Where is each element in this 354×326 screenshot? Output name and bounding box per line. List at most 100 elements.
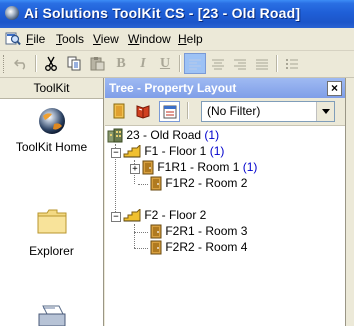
bullets-button[interactable] (281, 53, 303, 74)
justify-button[interactable] (251, 53, 273, 74)
book-icon (136, 105, 150, 119)
bold-label: B (116, 55, 126, 71)
app-icon[interactable] (5, 6, 19, 20)
menu-tools-label: ools (62, 32, 85, 46)
collapse-toggle[interactable]: − (111, 148, 121, 158)
tree-panel-title: Tree - Property Layout (109, 81, 237, 95)
nav-label-toolkit-home: ToolKit Home (15, 140, 88, 154)
window-title: Ai Solutions ToolKit CS - [23 - Old Road… (24, 5, 301, 21)
tree-node-floor-1[interactable]: F1 - Floor 1 (1) (123, 144, 224, 160)
align-center-button[interactable] (207, 53, 229, 74)
building-icon (107, 128, 123, 143)
node-label: 23 - Old Road (126, 128, 202, 142)
menu-help-label: elp (186, 32, 203, 46)
underline-button[interactable]: U (154, 53, 176, 74)
tree-panel-header: Tree - Property Layout × (105, 78, 345, 98)
align-right-icon (234, 59, 246, 69)
node-label: F2 - Floor 2 (144, 208, 207, 222)
node-label: F1R1 - Room 1 (157, 160, 240, 174)
menu-tools[interactable]: Tools (56, 32, 84, 46)
expand-toggle[interactable]: + (130, 164, 140, 174)
bullet-list-icon (286, 58, 298, 69)
node-count: (1) (242, 160, 258, 174)
menu-bar: File Tools View Window Help (0, 28, 354, 51)
underline-label: U (159, 55, 171, 71)
globe-icon (38, 108, 65, 134)
tree-toolbar: (No Filter) (105, 98, 345, 126)
node-count: (1) (204, 128, 220, 142)
align-left-icon (189, 59, 201, 69)
toolbar-grip[interactable] (3, 55, 7, 73)
menu-help[interactable]: Help (178, 32, 203, 46)
document-magnifier-icon[interactable] (5, 31, 21, 46)
filter-value: (No Filter) (207, 104, 261, 118)
italic-button[interactable]: I (132, 53, 154, 74)
bold-button[interactable]: B (110, 53, 132, 74)
filter-dropdown[interactable]: (No Filter) (201, 101, 335, 122)
tree-node-room-4[interactable]: F2R2 - Room 4 (150, 240, 247, 256)
door-icon (150, 176, 162, 191)
menu-file[interactable]: File (26, 32, 45, 46)
toolkit-nav-pane: ToolKit ToolKit Home Explorer (0, 78, 104, 326)
tree-toolbar-separator (187, 102, 189, 119)
tree-node-floor-2[interactable]: F2 - Floor 2 (123, 208, 206, 224)
scissors-icon (45, 56, 57, 71)
tree-node-room-2[interactable]: F1R2 - Room 2 (150, 176, 247, 192)
menu-file-label: ile (33, 32, 46, 46)
folder-icon (37, 209, 66, 234)
right-pane-edge (345, 78, 354, 326)
node-label: F2R1 - Room 3 (165, 224, 248, 238)
tree-view-button[interactable] (109, 101, 129, 121)
dropdown-arrow[interactable] (316, 102, 334, 121)
printer-icon (38, 305, 65, 326)
menu-window-label: indow (139, 32, 171, 46)
tree-connector (134, 248, 148, 249)
formatting-toolbar: B I U (0, 51, 354, 78)
node-label: F1 - Floor 1 (144, 144, 207, 158)
door-icon (142, 160, 154, 175)
title-bar[interactable]: Ai Solutions ToolKit CS - [23 - Old Road… (0, 0, 354, 28)
paste-button[interactable] (86, 53, 108, 74)
tree-property-layout-panel: Tree - Property Layout × (No Filter) 23 … (105, 78, 345, 326)
menu-window[interactable]: Window (128, 32, 171, 46)
list-view-button[interactable] (159, 101, 180, 122)
cut-button[interactable] (40, 53, 62, 74)
property-button[interactable] (133, 101, 153, 121)
menu-window-mnemonic: W (128, 32, 140, 46)
paste-icon (90, 57, 104, 71)
align-center-icon (212, 59, 224, 69)
door-icon (150, 224, 162, 239)
node-label: F1R2 - Room 2 (165, 176, 248, 190)
nav-item-explorer[interactable]: Explorer (0, 206, 103, 268)
node-count: (1) (209, 144, 225, 158)
node-label: F2R2 - Room 4 (165, 240, 248, 254)
copy-icon (67, 56, 80, 71)
toolbar-separator (179, 55, 181, 72)
align-left-button[interactable] (184, 53, 206, 74)
tree-node-room-3[interactable]: F2R1 - Room 3 (150, 224, 247, 240)
copy-button[interactable] (63, 53, 85, 74)
align-right-button[interactable] (229, 53, 251, 74)
menu-view-label: iew (100, 32, 119, 46)
toolbar-separator (35, 55, 37, 72)
stairs-icon (123, 208, 141, 222)
nav-item-toolkit-home[interactable]: ToolKit Home (0, 106, 103, 166)
tree-connector (138, 184, 148, 185)
undo-icon (14, 58, 26, 70)
tree-connector (134, 232, 148, 233)
menu-view[interactable]: View (93, 32, 119, 46)
tree-node-room-1[interactable]: F1R1 - Room 1 (1) (142, 160, 257, 176)
chevron-down-icon (321, 109, 330, 114)
nav-label-explorer: Explorer (29, 244, 74, 258)
toolbar-separator (276, 55, 278, 72)
toolkit-pane-header: ToolKit (0, 78, 103, 99)
undo-button[interactable] (10, 53, 32, 74)
tree-connector (134, 224, 135, 248)
tree-node-property[interactable]: 23 - Old Road (1) (107, 128, 219, 144)
close-panel-button[interactable]: × (327, 81, 342, 96)
justify-icon (256, 59, 268, 69)
list-view-icon (163, 105, 176, 118)
menu-view-mnemonic: V (93, 32, 101, 46)
nav-item-print[interactable] (0, 304, 103, 326)
collapse-toggle[interactable]: − (111, 212, 121, 222)
